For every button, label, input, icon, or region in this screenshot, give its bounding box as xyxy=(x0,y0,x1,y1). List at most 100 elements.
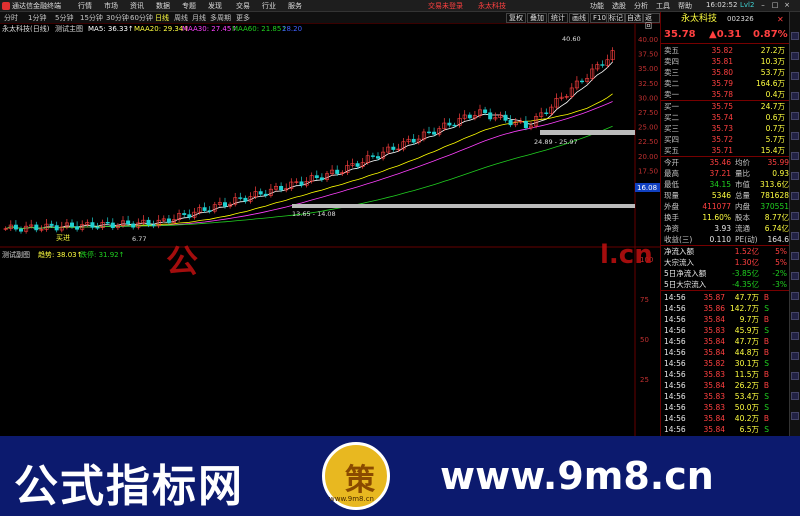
side-tool-icon[interactable] xyxy=(791,412,799,420)
adjust-button[interactable]: 复权 xyxy=(506,13,526,23)
stat-value: 37.21 xyxy=(709,169,731,178)
side-tool-icon[interactable] xyxy=(791,292,799,300)
overlay-button[interactable]: 叠加 xyxy=(527,13,547,23)
current-price-label: 16.08 xyxy=(637,184,657,192)
candle-body xyxy=(523,121,528,129)
price-axis-label: 17.50 xyxy=(638,167,658,175)
menu-topic[interactable]: 专题 xyxy=(182,1,196,11)
flow-label: 5日大宗流入 xyxy=(664,280,707,289)
price-axis-label: 22.50 xyxy=(638,138,658,146)
tab-period-week[interactable]: 周线 xyxy=(174,13,188,23)
range-annotation-low: 13.65 - 14.08 xyxy=(292,210,336,218)
menu-service[interactable]: 服务 xyxy=(288,1,302,11)
menu-tools[interactable]: 工具 xyxy=(656,1,670,11)
mark-button[interactable]: 标记 xyxy=(606,13,626,23)
tab-period-1m[interactable]: 1分钟 xyxy=(28,13,46,23)
flow-pct: 5% xyxy=(775,258,787,267)
tab-period-month[interactable]: 月线 xyxy=(192,13,206,23)
tab-period-more[interactable]: 更多 xyxy=(236,13,250,23)
menu-help[interactable]: 帮助 xyxy=(678,1,692,11)
tick-side: S xyxy=(764,425,769,434)
watchlist-button[interactable]: 自选 xyxy=(624,13,644,23)
flow-pct: -2% xyxy=(772,269,787,278)
side-tool-icon[interactable] xyxy=(791,212,799,220)
separator xyxy=(661,290,800,291)
maximize-icon[interactable]: □ xyxy=(770,1,780,10)
trade-login-notice[interactable]: 交易未登录 xyxy=(428,1,463,11)
stats-button[interactable]: 统计 xyxy=(548,13,568,23)
side-tool-icon[interactable] xyxy=(791,232,799,240)
tick-price: 35.87 xyxy=(703,293,725,302)
menu-quote[interactable]: 行情 xyxy=(78,1,92,11)
tab-period-60m[interactable]: 60分钟 xyxy=(130,13,153,23)
stat-label: 最低 xyxy=(664,180,679,189)
minimize-icon[interactable]: – xyxy=(758,1,768,10)
menu-trade[interactable]: 交易 xyxy=(236,1,250,11)
level2-badge: Lvl2 xyxy=(740,1,755,9)
sub-indicator-chart[interactable]: 测试副图 趋势: 38.03↑ 跌停: 31.92↑ 100 75 50 25 xyxy=(0,248,660,436)
side-tool-icon[interactable] xyxy=(791,92,799,100)
menu-market[interactable]: 市场 xyxy=(104,1,118,11)
menu-industry[interactable]: 行业 xyxy=(262,1,276,11)
side-toolbar[interactable] xyxy=(789,12,800,436)
candle-body xyxy=(467,114,472,119)
side-tool-icon[interactable] xyxy=(791,32,799,40)
tab-period-day[interactable]: 日线 xyxy=(155,13,169,23)
side-tool-icon[interactable] xyxy=(791,112,799,120)
candle-body xyxy=(126,220,131,225)
buy-level-row: 买三 35.73 0.7万 xyxy=(661,123,800,134)
candle-body xyxy=(335,169,340,174)
side-tool-icon[interactable] xyxy=(791,352,799,360)
menu-function[interactable]: 功能 xyxy=(590,1,604,11)
draw-button[interactable]: 画线 xyxy=(569,13,589,23)
side-tool-icon[interactable] xyxy=(791,272,799,280)
tab-period-30m[interactable]: 30分钟 xyxy=(106,13,129,23)
tick-time: 14:56 xyxy=(664,403,686,412)
kline-chart[interactable]: 40.00 37.50 35.00 32.50 30.00 27.50 25.00 22.50… xyxy=(0,24,660,248)
stat-value: 313.6亿 xyxy=(760,180,789,189)
level-price: 35.71 xyxy=(711,146,733,155)
tick-volume: 6.5万 xyxy=(739,425,759,434)
side-tool-icon[interactable] xyxy=(791,52,799,60)
level-volume: 27.2万 xyxy=(760,46,785,55)
price-axis-label: 20.00 xyxy=(638,153,658,161)
side-tool-icon[interactable] xyxy=(791,152,799,160)
menu-discover[interactable]: 发现 xyxy=(208,1,222,11)
side-tool-icon[interactable] xyxy=(791,312,799,320)
tab-period-15m[interactable]: 15分钟 xyxy=(80,13,103,23)
tick-volume: 50.0万 xyxy=(734,403,759,412)
main-indicator-name[interactable]: 测试主图 xyxy=(55,24,83,33)
tick-side: S xyxy=(764,403,769,412)
watermark-right: l.cn xyxy=(600,240,653,270)
stat-value: 370551 xyxy=(760,202,789,211)
candle-body xyxy=(110,222,115,229)
sub-indicator-name[interactable]: 测试副图 xyxy=(2,250,30,259)
menu-news[interactable]: 资讯 xyxy=(130,1,144,11)
candle-body xyxy=(146,219,151,226)
menu-data[interactable]: 数据 xyxy=(156,1,170,11)
level-price: 35.80 xyxy=(711,68,733,77)
side-tool-icon[interactable] xyxy=(791,332,799,340)
tab-period-tick[interactable]: 分时 xyxy=(4,13,18,23)
level-label: 买五 xyxy=(664,146,679,155)
candle-body xyxy=(13,224,18,230)
side-tool-icon[interactable] xyxy=(791,392,799,400)
menu-select[interactable]: 选股 xyxy=(612,1,626,11)
close-icon[interactable]: × xyxy=(782,1,792,10)
sell-level-row: 卖四 35.81 10.3万 xyxy=(661,56,800,67)
quote-close-icon[interactable]: ✕ xyxy=(777,14,784,25)
tab-period-multi[interactable]: 多周期 xyxy=(210,13,231,23)
menu-analysis[interactable]: 分析 xyxy=(634,1,648,11)
back-button[interactable]: 返回 xyxy=(642,13,660,30)
side-tool-icon[interactable] xyxy=(791,372,799,380)
side-tool-icon[interactable] xyxy=(791,252,799,260)
price-axis-label: 35.00 xyxy=(638,65,658,73)
side-tool-icon[interactable] xyxy=(791,132,799,140)
side-tool-icon[interactable] xyxy=(791,192,799,200)
side-tool-icon[interactable] xyxy=(791,172,799,180)
moving-averages xyxy=(5,61,613,230)
candle-body xyxy=(600,64,605,66)
tick-time: 14:56 xyxy=(664,315,686,324)
tab-period-5m[interactable]: 5分钟 xyxy=(55,13,73,23)
side-tool-icon[interactable] xyxy=(791,72,799,80)
